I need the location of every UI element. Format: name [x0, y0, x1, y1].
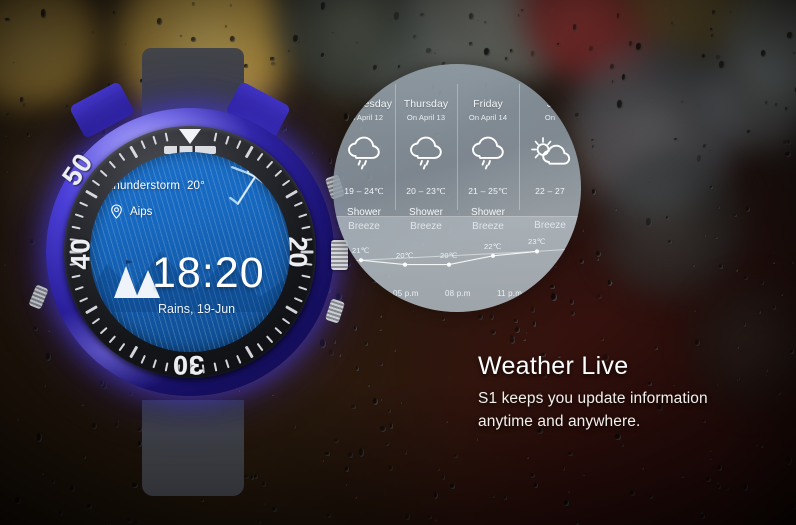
triangle-marker-icon [179, 129, 201, 144]
location-pin-icon [111, 204, 122, 219]
bezel-tick [293, 201, 303, 207]
bezel-tick [152, 135, 158, 145]
temperature-point-label: 20℃ [440, 250, 458, 260]
daily-forecast-row: Wednesday On April 12 19 – 24℃ Shower Br… [333, 64, 581, 232]
time-axis-label: 08 p.m [445, 289, 471, 298]
dial-condition-label: thunderstorm [110, 180, 181, 192]
dial-time: 18:20 [152, 249, 265, 297]
forecast-column[interactable]: Friday On April 14 21 – 25℃ Shower Breez… [457, 64, 519, 232]
lightning-bolt-icon [229, 152, 270, 205]
dial-condition-text: thunderstorm 20° [110, 180, 205, 192]
forecast-column-partial[interactable]: S On 22 – 27 Breeze [519, 64, 581, 231]
body-line-2: anytime and anywhere. [478, 413, 641, 430]
headline: Weather Live [478, 352, 629, 380]
forecast-day-name: Wednesday [335, 98, 393, 110]
forecast-column[interactable]: Wednesday On April 12 19 – 24℃ Shower Br… [333, 64, 395, 232]
body-line-1: S1 keeps you update information [478, 390, 708, 407]
temperature-data-point [534, 249, 540, 254]
smartwatch-product-image: 20 30 40 50 thunderstorm 20° Aips 18:20 … [28, 48, 348, 496]
time-axis-label: 11 p.m [497, 289, 523, 298]
bezel-tick [164, 132, 169, 142]
forecast-day-name: Friday [473, 98, 503, 110]
time-axis-label: 05 p.m [393, 289, 419, 298]
forecast-temp-range: 22 – 27 [535, 186, 565, 196]
forecast-day-name: Thursday [403, 98, 449, 110]
temperature-data-point [358, 258, 364, 263]
bezel-tick [164, 362, 169, 372]
forecast-day-name: S [546, 98, 554, 110]
temperature-data-point [402, 262, 408, 267]
bezel-tick [152, 359, 158, 369]
bezel-tick [79, 201, 89, 207]
bezel-tick [74, 213, 84, 219]
watch-dial-screen[interactable]: thunderstorm 20° Aips 18:20 Rains, 19-Ju… [90, 152, 290, 352]
bezel-tick [140, 140, 146, 150]
product-hero-screenshot: 20 30 40 50 thunderstorm 20° Aips 18:20 … [0, 0, 796, 525]
bezel-tick [71, 274, 81, 279]
dial-temperature: 20° [186, 180, 205, 192]
forecast-temp-range: 21 – 25℃ [468, 186, 508, 196]
temperature-data-point [446, 262, 452, 267]
forecast-date: On [544, 113, 556, 122]
hourly-time-axis: 05 p.m 08 p.m 11 p.m [333, 289, 581, 307]
bezel-tick [140, 354, 146, 364]
bezel-tick [236, 354, 242, 364]
bezel-tick [301, 274, 311, 279]
forecast-date: On April 12 [344, 113, 384, 122]
bezel-tick [298, 285, 308, 291]
dial-location: Aips [110, 204, 152, 219]
bezel-tick [213, 362, 218, 372]
forecast-column[interactable]: Thursday On April 13 20 – 23℃ Shower Bre… [395, 64, 457, 232]
weather-forecast-panel[interactable]: Wednesday On April 12 19 – 24℃ Shower Br… [333, 64, 581, 312]
watch-band-bottom [142, 400, 244, 496]
shower-cloud-icon [343, 136, 385, 170]
bezel-tick [224, 135, 230, 145]
marketing-copy: Weather Live S1 keeps you update informa… [478, 352, 778, 433]
hourly-temperature-chart[interactable]: 21℃ 20℃ 20℃ 22℃ 23℃ 05 p.m 08 p.m 11 p.m [333, 217, 581, 312]
sun-behind-cloud-icon [529, 136, 571, 170]
body-copy: S1 keeps you update information anytime … [478, 387, 778, 433]
dial-date: Rains, 19-Jun [158, 302, 236, 316]
bezel-tick [71, 225, 81, 230]
temperature-point-label: 22℃ [484, 241, 502, 251]
bezel-tick [298, 213, 308, 219]
bezel-tick [224, 359, 230, 369]
forecast-date: On April 13 [406, 113, 446, 122]
bezel-tick [213, 132, 218, 142]
temperature-data-point [490, 253, 496, 258]
temperature-point-label: 20℃ [396, 250, 414, 260]
shower-cloud-icon [405, 136, 447, 170]
temperature-point-label: 21℃ [352, 246, 370, 256]
forecast-temp-range: 19 – 24℃ [344, 186, 384, 196]
dial-location-label: Aips [130, 205, 153, 218]
bezel-tick [79, 297, 89, 303]
forecast-date: On April 14 [468, 113, 508, 122]
forecast-temp-range: 20 – 23℃ [406, 186, 446, 196]
bezel-tick [236, 140, 242, 150]
temperature-point-label: 23℃ [528, 237, 546, 247]
bezel-tick [293, 297, 303, 303]
bezel-tick [74, 285, 84, 291]
shower-cloud-icon [467, 136, 509, 170]
bezel-tick [301, 225, 311, 230]
bezel-numeral-30: 30 [172, 350, 205, 381]
